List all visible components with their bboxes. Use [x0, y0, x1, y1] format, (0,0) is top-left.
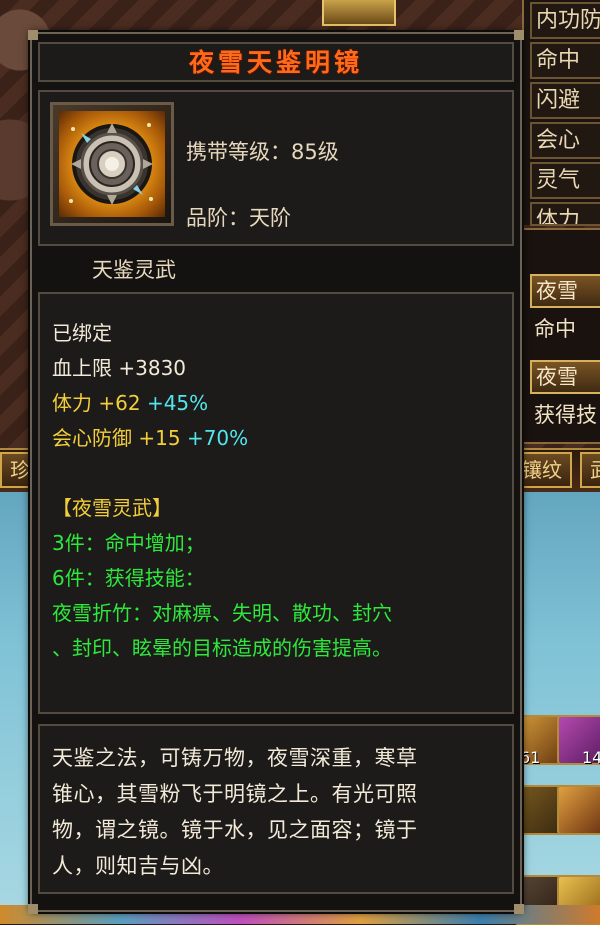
item-info-section: 携带等级：85级 品阶：天阶	[38, 90, 514, 246]
attribute-row: 血上限 +3830	[52, 351, 512, 386]
carry-level: 携带等级：85级	[186, 140, 339, 164]
attr-value: +15	[138, 426, 181, 450]
set-bonus-3: 3件：命中增加；	[52, 531, 205, 555]
top-treasure-icon	[322, 0, 396, 26]
tooltip-corner	[28, 30, 38, 40]
item-grade: 品阶：天阶	[186, 206, 291, 230]
attribute-row: 会心防御 +15 +70%	[52, 421, 512, 456]
stat-hit: 命中	[530, 42, 600, 79]
item-category: 天鉴灵武	[92, 258, 176, 282]
set-skill-line-2: 、封印、眩晕的目标造成的伤害提高。	[52, 636, 392, 660]
stat-critical: 会心	[530, 122, 600, 159]
attr-label: 会心防御	[52, 426, 132, 450]
description-line: 锥心，其雪粉飞于明镜之上。有光可照	[52, 782, 418, 806]
set-name: 【夜雪灵武】	[52, 496, 172, 520]
bound-status: 已绑定	[52, 321, 112, 345]
attr-label: 体力	[52, 391, 92, 415]
description-line: 人，则知吉与凶。	[52, 854, 224, 878]
set-line-hit: 命中	[534, 317, 576, 341]
attr-value: +62	[98, 391, 141, 415]
attr-bonus: +70%	[186, 426, 249, 450]
stat-dodge: 闪避	[530, 82, 600, 119]
tooltip-corner	[514, 904, 524, 914]
slot-count: 14	[582, 748, 600, 767]
set-bonus-6: 6件：获得技能：	[52, 566, 205, 590]
set-bar-2[interactable]: 夜雪	[530, 360, 600, 394]
stat-internal-defense: 内功防	[530, 2, 600, 39]
stat-stamina: 体力	[530, 202, 600, 226]
attribute-row: 体力 +62 +45%	[52, 386, 512, 421]
attr-label: 血上限	[52, 356, 112, 380]
stat-spirit: 灵气	[530, 162, 600, 199]
description-section: 天鉴之法，可铸万物，夜雪深重，寒草 锥心，其雪粉飞于明镜之上。有光可照 物，谓之…	[38, 724, 514, 894]
category-bar: 天鉴灵武	[38, 252, 514, 288]
tab-weapon[interactable]: 武	[580, 452, 600, 488]
attr-bonus: +45%	[146, 391, 209, 415]
description-line: 物，谓之镜。镜于水，见之面容；镜于	[52, 818, 418, 842]
inventory-slot[interactable]	[557, 785, 600, 835]
description-line: 天鉴之法，可铸万物，夜雪深重，寒草	[52, 746, 418, 770]
set-line-skill: 获得技	[534, 403, 597, 427]
set-skill-line-1: 夜雪折竹：对麻痹、失明、散功、封穴	[52, 601, 392, 625]
attributes-section: 已绑定 血上限 +3830 体力 +62 +45% 会心防御 +15 +70% …	[38, 292, 514, 714]
set-bar-1[interactable]: 夜雪	[530, 274, 600, 308]
tooltip-corner	[514, 30, 524, 40]
item-name: 夜雪天鉴明镜	[188, 48, 363, 77]
item-icon-frame	[50, 102, 174, 226]
item-tooltip: 夜雪天鉴明镜 携带等级：85级 品阶：天阶 天鉴灵武 已绑定 血上限 +3830…	[28, 30, 524, 914]
mirror-shield-icon	[59, 111, 165, 217]
attr-value: +3830	[118, 356, 187, 380]
title-section: 夜雪天鉴明镜	[38, 42, 514, 82]
slot-count: 61	[520, 748, 541, 767]
tooltip-corner	[28, 904, 38, 914]
